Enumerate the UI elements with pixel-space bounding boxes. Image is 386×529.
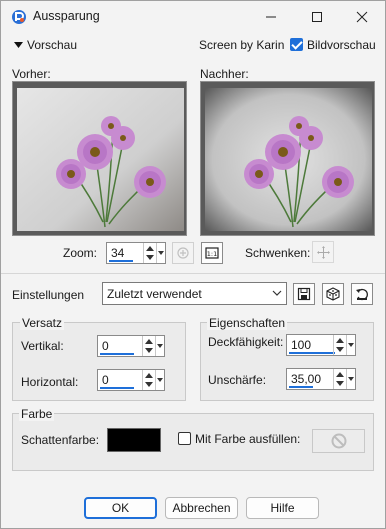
maximize-button[interactable] <box>294 1 340 32</box>
dialog-window: Aussparung Vorschau Screen by Karin Bild… <box>0 0 386 529</box>
help-button[interactable]: Hilfe <box>246 497 319 519</box>
offset-group-title: Versatz <box>20 316 65 330</box>
actual-size-icon: 1:1 <box>205 247 219 259</box>
zoom-fit-icon <box>177 247 189 259</box>
shadow-color-label: Schattenfarbe: <box>21 433 100 447</box>
credit-text: Screen by Karin <box>199 38 285 52</box>
flower-image <box>17 88 184 231</box>
svg-text:1:1: 1:1 <box>207 250 217 258</box>
triangle-down-icon <box>14 42 23 48</box>
save-icon <box>297 287 311 301</box>
zoom-underline <box>109 260 133 262</box>
opacity-spin-arrows[interactable] <box>333 335 345 355</box>
vertical-underline <box>100 353 134 355</box>
maximize-icon <box>312 11 322 22</box>
preset-dropdown[interactable]: Zuletzt verwendet <box>102 282 287 305</box>
after-label: Nachher: <box>200 67 249 81</box>
vertical-dropdown-arrow[interactable] <box>155 336 164 356</box>
blur-underline <box>289 386 313 388</box>
horizontal-underline <box>100 387 134 389</box>
chevron-down-icon <box>272 290 282 296</box>
pan-control[interactable] <box>312 241 334 263</box>
app-logo-icon <box>12 10 26 24</box>
fill-color-checkbox[interactable] <box>178 432 191 445</box>
preset-value: Zuletzt verwendet <box>107 287 202 301</box>
opacity-value: 100 <box>291 338 312 352</box>
live-preview-label: Bildvorschau <box>307 38 376 52</box>
vertical-value: 0 <box>102 339 109 353</box>
zoom-spin-arrows[interactable] <box>143 243 155 263</box>
horizontal-spin-arrows[interactable] <box>142 370 154 390</box>
minimize-button[interactable] <box>248 1 294 32</box>
none-icon <box>331 433 347 449</box>
close-icon <box>356 11 368 22</box>
preview-toggle[interactable]: Vorschau <box>11 38 81 54</box>
minimize-icon <box>266 16 276 17</box>
blur-dropdown-arrow[interactable] <box>346 369 355 389</box>
blur-label: Unschärfe: <box>208 373 267 387</box>
properties-group-title: Eigenschaften <box>207 316 288 330</box>
shadow-color-fill <box>108 429 160 451</box>
horizontal-label: Horizontal: <box>21 375 79 389</box>
horizontal-dropdown-arrow[interactable] <box>155 370 164 390</box>
zoom-fit-button[interactable] <box>172 242 194 264</box>
zoom-actual-size-button[interactable]: 1:1 <box>201 242 223 264</box>
live-preview-checkbox[interactable] <box>290 38 303 51</box>
vertical-label: Vertikal: <box>21 339 64 353</box>
reset-button[interactable] <box>351 283 373 305</box>
dice-icon <box>326 287 340 301</box>
cancel-button[interactable]: Abbrechen <box>165 497 238 519</box>
zoom-label: Zoom: <box>63 246 98 260</box>
after-preview-image[interactable] <box>200 81 375 236</box>
save-preset-button[interactable] <box>293 283 315 305</box>
blur-spin-arrows[interactable] <box>333 369 345 389</box>
zoom-value: 34 <box>111 246 125 260</box>
horizontal-spinbox[interactable]: 0 <box>97 369 165 391</box>
window-title: Aussparung <box>33 9 100 23</box>
randomize-button[interactable] <box>322 283 344 305</box>
pan-label: Schwenken: <box>245 246 311 260</box>
opacity-label: Deckfähigkeit: <box>208 335 284 349</box>
divider <box>1 273 385 274</box>
title-bar: Aussparung <box>1 1 385 32</box>
move-icon <box>317 246 330 259</box>
fill-color-label: Mit Farbe ausfüllen: <box>195 432 301 446</box>
vertical-spinbox[interactable]: 0 <box>97 335 165 357</box>
settings-label: Einstellungen <box>12 288 85 302</box>
fill-color-swatch[interactable] <box>312 429 365 453</box>
preview-toggle-label: Vorschau <box>27 38 78 52</box>
before-preview-image[interactable] <box>12 81 187 236</box>
opacity-underline <box>289 352 335 354</box>
shadow-color-swatch[interactable] <box>107 428 161 452</box>
blur-spinbox[interactable]: 35,00 <box>286 368 356 390</box>
zoom-dropdown-arrow[interactable] <box>156 243 165 263</box>
blur-value: 35,00 <box>291 372 322 386</box>
reset-icon <box>356 288 368 301</box>
vertical-spin-arrows[interactable] <box>142 336 154 356</box>
color-group-title: Farbe <box>19 407 55 421</box>
ok-button[interactable]: OK <box>84 497 157 519</box>
opacity-spinbox[interactable]: 100 <box>286 334 356 356</box>
horizontal-value: 0 <box>102 373 109 387</box>
opacity-dropdown-arrow[interactable] <box>346 335 355 355</box>
flower-image-result <box>205 88 372 231</box>
zoom-spinbox[interactable]: 34 <box>106 242 166 264</box>
close-button[interactable] <box>339 1 385 32</box>
before-label: Vorher: <box>12 67 51 81</box>
